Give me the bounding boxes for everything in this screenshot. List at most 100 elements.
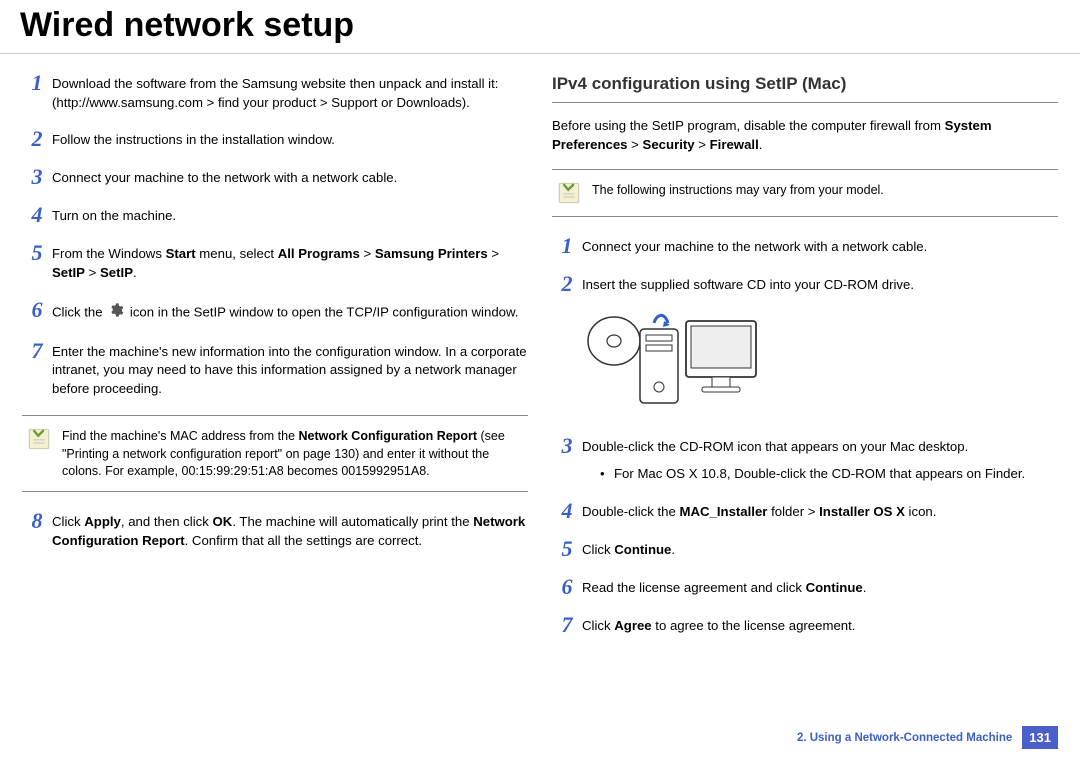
page-title: Wired network setup [0,0,1080,54]
sub-bullet: For Mac OS X 10.8, Double-click the CD-R… [600,465,1058,484]
step-body: Follow the instructions in the installat… [52,128,528,150]
left-column: 1 Download the software from the Samsung… [22,72,528,652]
step-body: Insert the supplied software CD into you… [582,273,1058,295]
step-number: 2 [22,128,52,150]
gear-icon [108,302,124,324]
footer-page-number: 131 [1022,726,1058,749]
right-column: IPv4 configuration using SetIP (Mac) Bef… [552,72,1058,652]
text: . [863,580,867,595]
step-body: Read the license agreement and click Con… [582,576,1058,598]
text: Click [582,618,614,633]
text: Find the machine's MAC address from the [62,429,299,443]
step-7: 7 Click Agree to agree to the license ag… [552,614,1058,636]
bold-firewall: Firewall [710,137,759,152]
step-number: 8 [22,510,52,532]
step-body: Click the icon in the SetIP window to op… [52,299,528,324]
text: Click the [52,304,106,319]
step-1: 1 Connect your machine to the network wi… [552,235,1058,257]
step-number: 6 [22,299,52,321]
step-3: 3 Connect your machine to the network wi… [22,166,528,188]
step-number: 3 [22,166,52,188]
content-columns: 1 Download the software from the Samsung… [0,54,1080,652]
step-number: 5 [22,242,52,264]
step-number: 5 [552,538,582,560]
text: Before using the SetIP program, disable … [552,118,945,133]
note-box-mac-address: Find the machine's MAC address from the … [22,415,528,492]
page-footer: 2. Using a Network-Connected Machine 131 [797,726,1058,749]
text: Click [52,514,84,529]
text: folder > [767,504,819,519]
text: . [759,137,763,152]
cd-computer-illustration [584,301,1058,422]
footer-chapter: 2. Using a Network-Connected Machine [797,732,1012,744]
note-box-may-vary: The following instructions may vary from… [552,169,1058,217]
section-title-ipv4-mac: IPv4 configuration using SetIP (Mac) [552,72,1058,103]
text: Click [582,542,614,557]
step-4: 4 Double-click the MAC_Installer folder … [552,500,1058,522]
step-number: 1 [22,72,52,94]
text: > [628,137,643,152]
step-number: 7 [22,340,52,362]
bold-security: Security [643,137,695,152]
step-body: Click Continue. [582,538,1058,560]
note-icon [26,426,52,452]
note-body: Find the machine's MAC address from the … [62,426,524,481]
bold-continue: Continue [806,580,863,595]
bold-start: Start [166,246,196,261]
step-6: 6 Read the license agreement and click C… [552,576,1058,598]
text: . Confirm that all the settings are corr… [185,533,422,548]
step-4: 4 Turn on the machine. [22,204,528,226]
step-number: 2 [552,273,582,295]
text: Double-click the [582,504,679,519]
step-5: 5 From the Windows Start menu, select Al… [22,242,528,282]
intro-paragraph: Before using the SetIP program, disable … [552,117,1058,154]
text: Read the license agreement and click [582,580,806,595]
text: . [671,542,675,557]
step-number: 4 [22,204,52,226]
note-body: The following instructions may vary from… [592,180,1054,206]
step-body: Enter the machine's new information into… [52,340,528,399]
text: From the Windows [52,246,166,261]
step-1: 1 Download the software from the Samsung… [22,72,528,112]
step-number: 6 [552,576,582,598]
bold-mac-installer: MAC_Installer [679,504,767,519]
text: icon. [905,504,937,519]
text: menu, select [196,246,278,261]
step-3: 3 Double-click the CD-ROM icon that appe… [552,435,1058,483]
text: > [695,137,710,152]
text: Double-click the CD-ROM icon that appear… [582,439,968,454]
bold-network-config-report: Network Configuration Report [299,429,477,443]
text: . [133,265,137,280]
text: . The machine will automatically print t… [232,514,473,529]
step-body: Click Agree to agree to the license agre… [582,614,1058,636]
step-body: Double-click the CD-ROM icon that appear… [582,435,1058,483]
step-number: 7 [552,614,582,636]
bold-agree: Agree [614,618,651,633]
step-body: Double-click the MAC_Installer folder > … [582,500,1058,522]
step-7: 7 Enter the machine's new information in… [22,340,528,399]
bold-samsung-printers: Samsung Printers [375,246,488,261]
step-number: 1 [552,235,582,257]
bold-all-programs: All Programs [278,246,360,261]
step-5: 5 Click Continue. [552,538,1058,560]
text: > [488,246,499,261]
bold-ok: OK [213,514,233,529]
bold-setip2: SetIP [100,265,133,280]
step-body: Click Apply, and then click OK. The mach… [52,510,528,550]
step-body: Connect your machine to the network with… [52,166,528,188]
bold-setip: SetIP [52,265,85,280]
step-number: 3 [552,435,582,457]
bold-continue: Continue [614,542,671,557]
bold-apply: Apply [84,514,121,529]
text: icon in the SetIP window to open the TCP… [130,304,519,319]
text: > [360,246,375,261]
text: , and then click [121,514,213,529]
step-2: 2 Follow the instructions in the install… [22,128,528,150]
step-number: 4 [552,500,582,522]
step-6: 6 Click the icon in the SetIP window to … [22,299,528,324]
note-icon [556,180,582,206]
step-body: Download the software from the Samsung w… [52,72,528,112]
step-body: Connect your machine to the network with… [582,235,1058,257]
step-8: 8 Click Apply, and then click OK. The ma… [22,510,528,550]
bold-installer-osx: Installer OS X [819,504,905,519]
